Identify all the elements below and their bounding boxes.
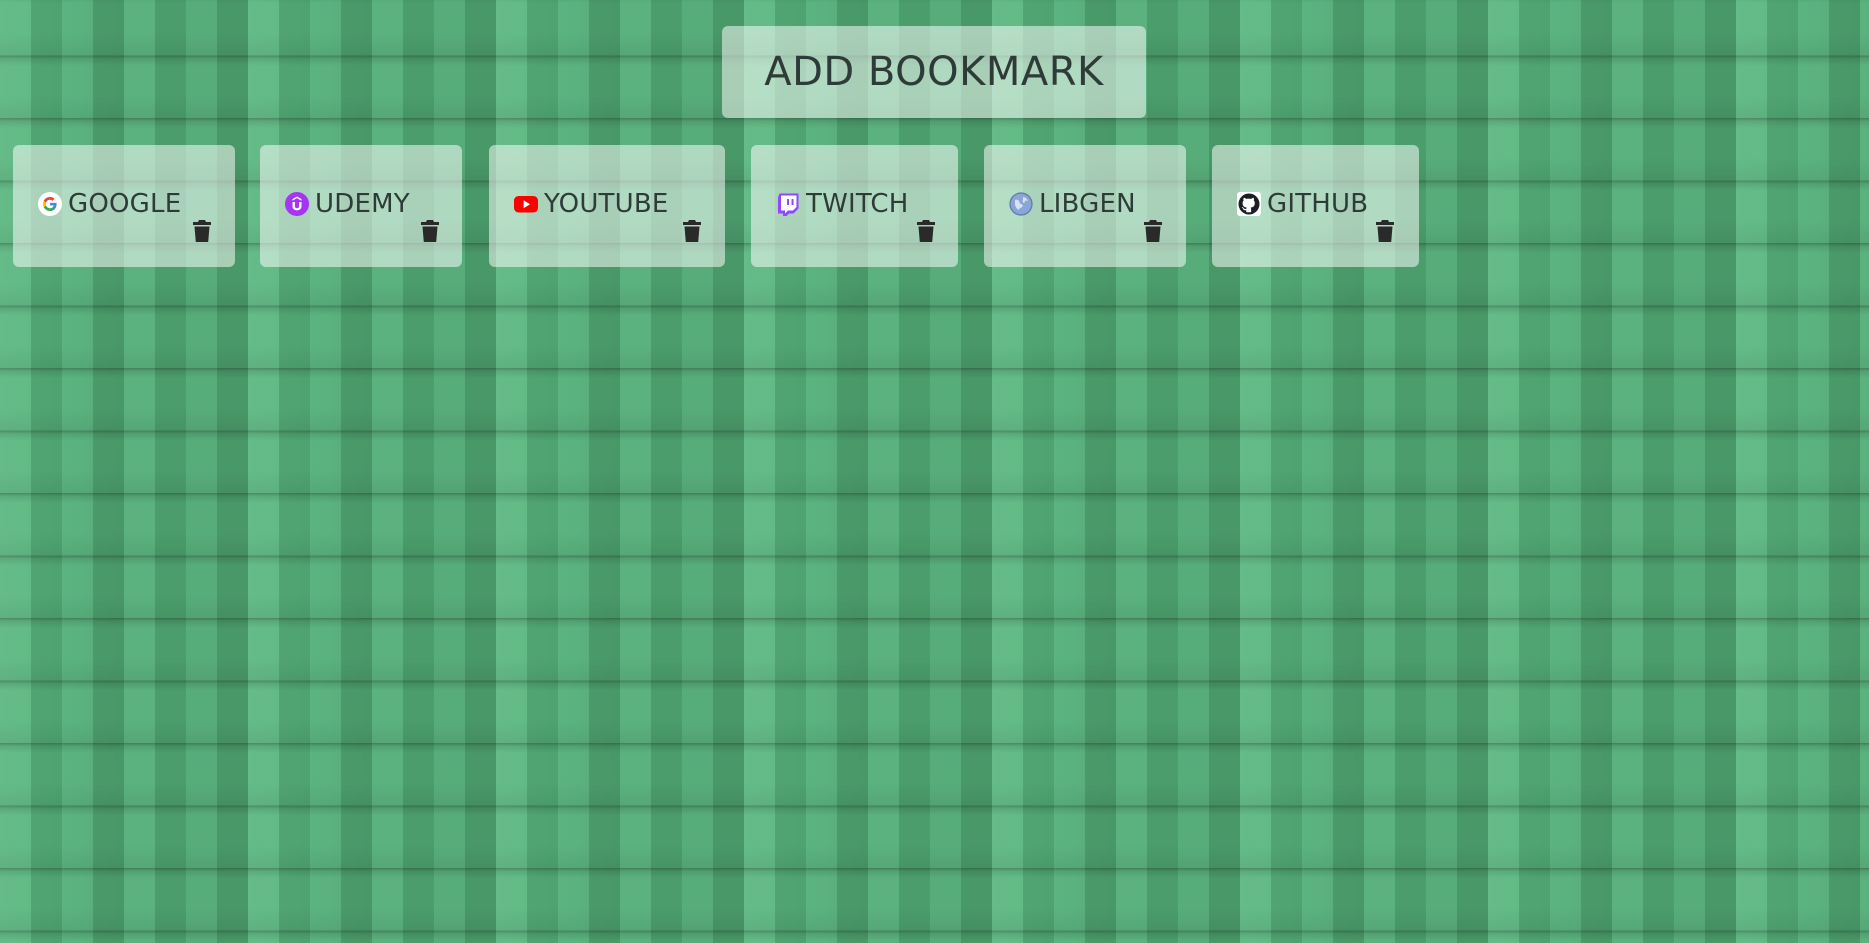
trash-icon[interactable]: [917, 220, 935, 242]
bookmark-link-twitch[interactable]: TWITCH: [776, 191, 909, 217]
bookmark-label: LIBGEN: [1039, 189, 1136, 219]
google-icon: [38, 192, 62, 216]
bookmark-label: GITHUB: [1267, 189, 1369, 219]
github-icon: [1237, 192, 1261, 216]
trash-icon[interactable]: [421, 220, 439, 242]
trash-icon[interactable]: [683, 220, 701, 242]
bookmark-card-youtube[interactable]: YOUTUBE: [489, 145, 725, 267]
bookmark-link-google[interactable]: GOOGLE: [38, 191, 181, 217]
bookmark-label: TWITCH: [806, 189, 909, 219]
bookmark-label: YOUTUBE: [544, 189, 669, 219]
udemy-icon: [285, 192, 309, 216]
bookmark-label: UDEMY: [315, 189, 410, 219]
bookmark-card-github[interactable]: GITHUB: [1212, 145, 1419, 267]
bookmark-card-udemy[interactable]: UDEMY: [260, 145, 462, 267]
add-bookmark-button[interactable]: ADD BOOKMARK: [722, 26, 1146, 118]
trash-icon[interactable]: [1144, 220, 1162, 242]
youtube-icon: [514, 192, 538, 216]
bookmark-label: GOOGLE: [68, 189, 182, 219]
bookmark-link-youtube[interactable]: YOUTUBE: [514, 191, 669, 217]
bookmark-card-google[interactable]: GOOGLE: [13, 145, 235, 267]
bookmark-link-github[interactable]: GITHUB: [1237, 191, 1368, 217]
bookmark-link-libgen[interactable]: LIBGEN: [1009, 191, 1136, 217]
bookmark-card-libgen[interactable]: LIBGEN: [984, 145, 1186, 267]
add-bookmark-label: ADD BOOKMARK: [764, 49, 1104, 95]
globe-icon: [1009, 192, 1033, 216]
bookmark-link-udemy[interactable]: UDEMY: [285, 191, 410, 217]
trash-icon[interactable]: [1376, 220, 1394, 242]
trash-icon[interactable]: [193, 220, 211, 242]
bookmark-card-twitch[interactable]: TWITCH: [751, 145, 958, 267]
twitch-icon: [776, 192, 800, 216]
